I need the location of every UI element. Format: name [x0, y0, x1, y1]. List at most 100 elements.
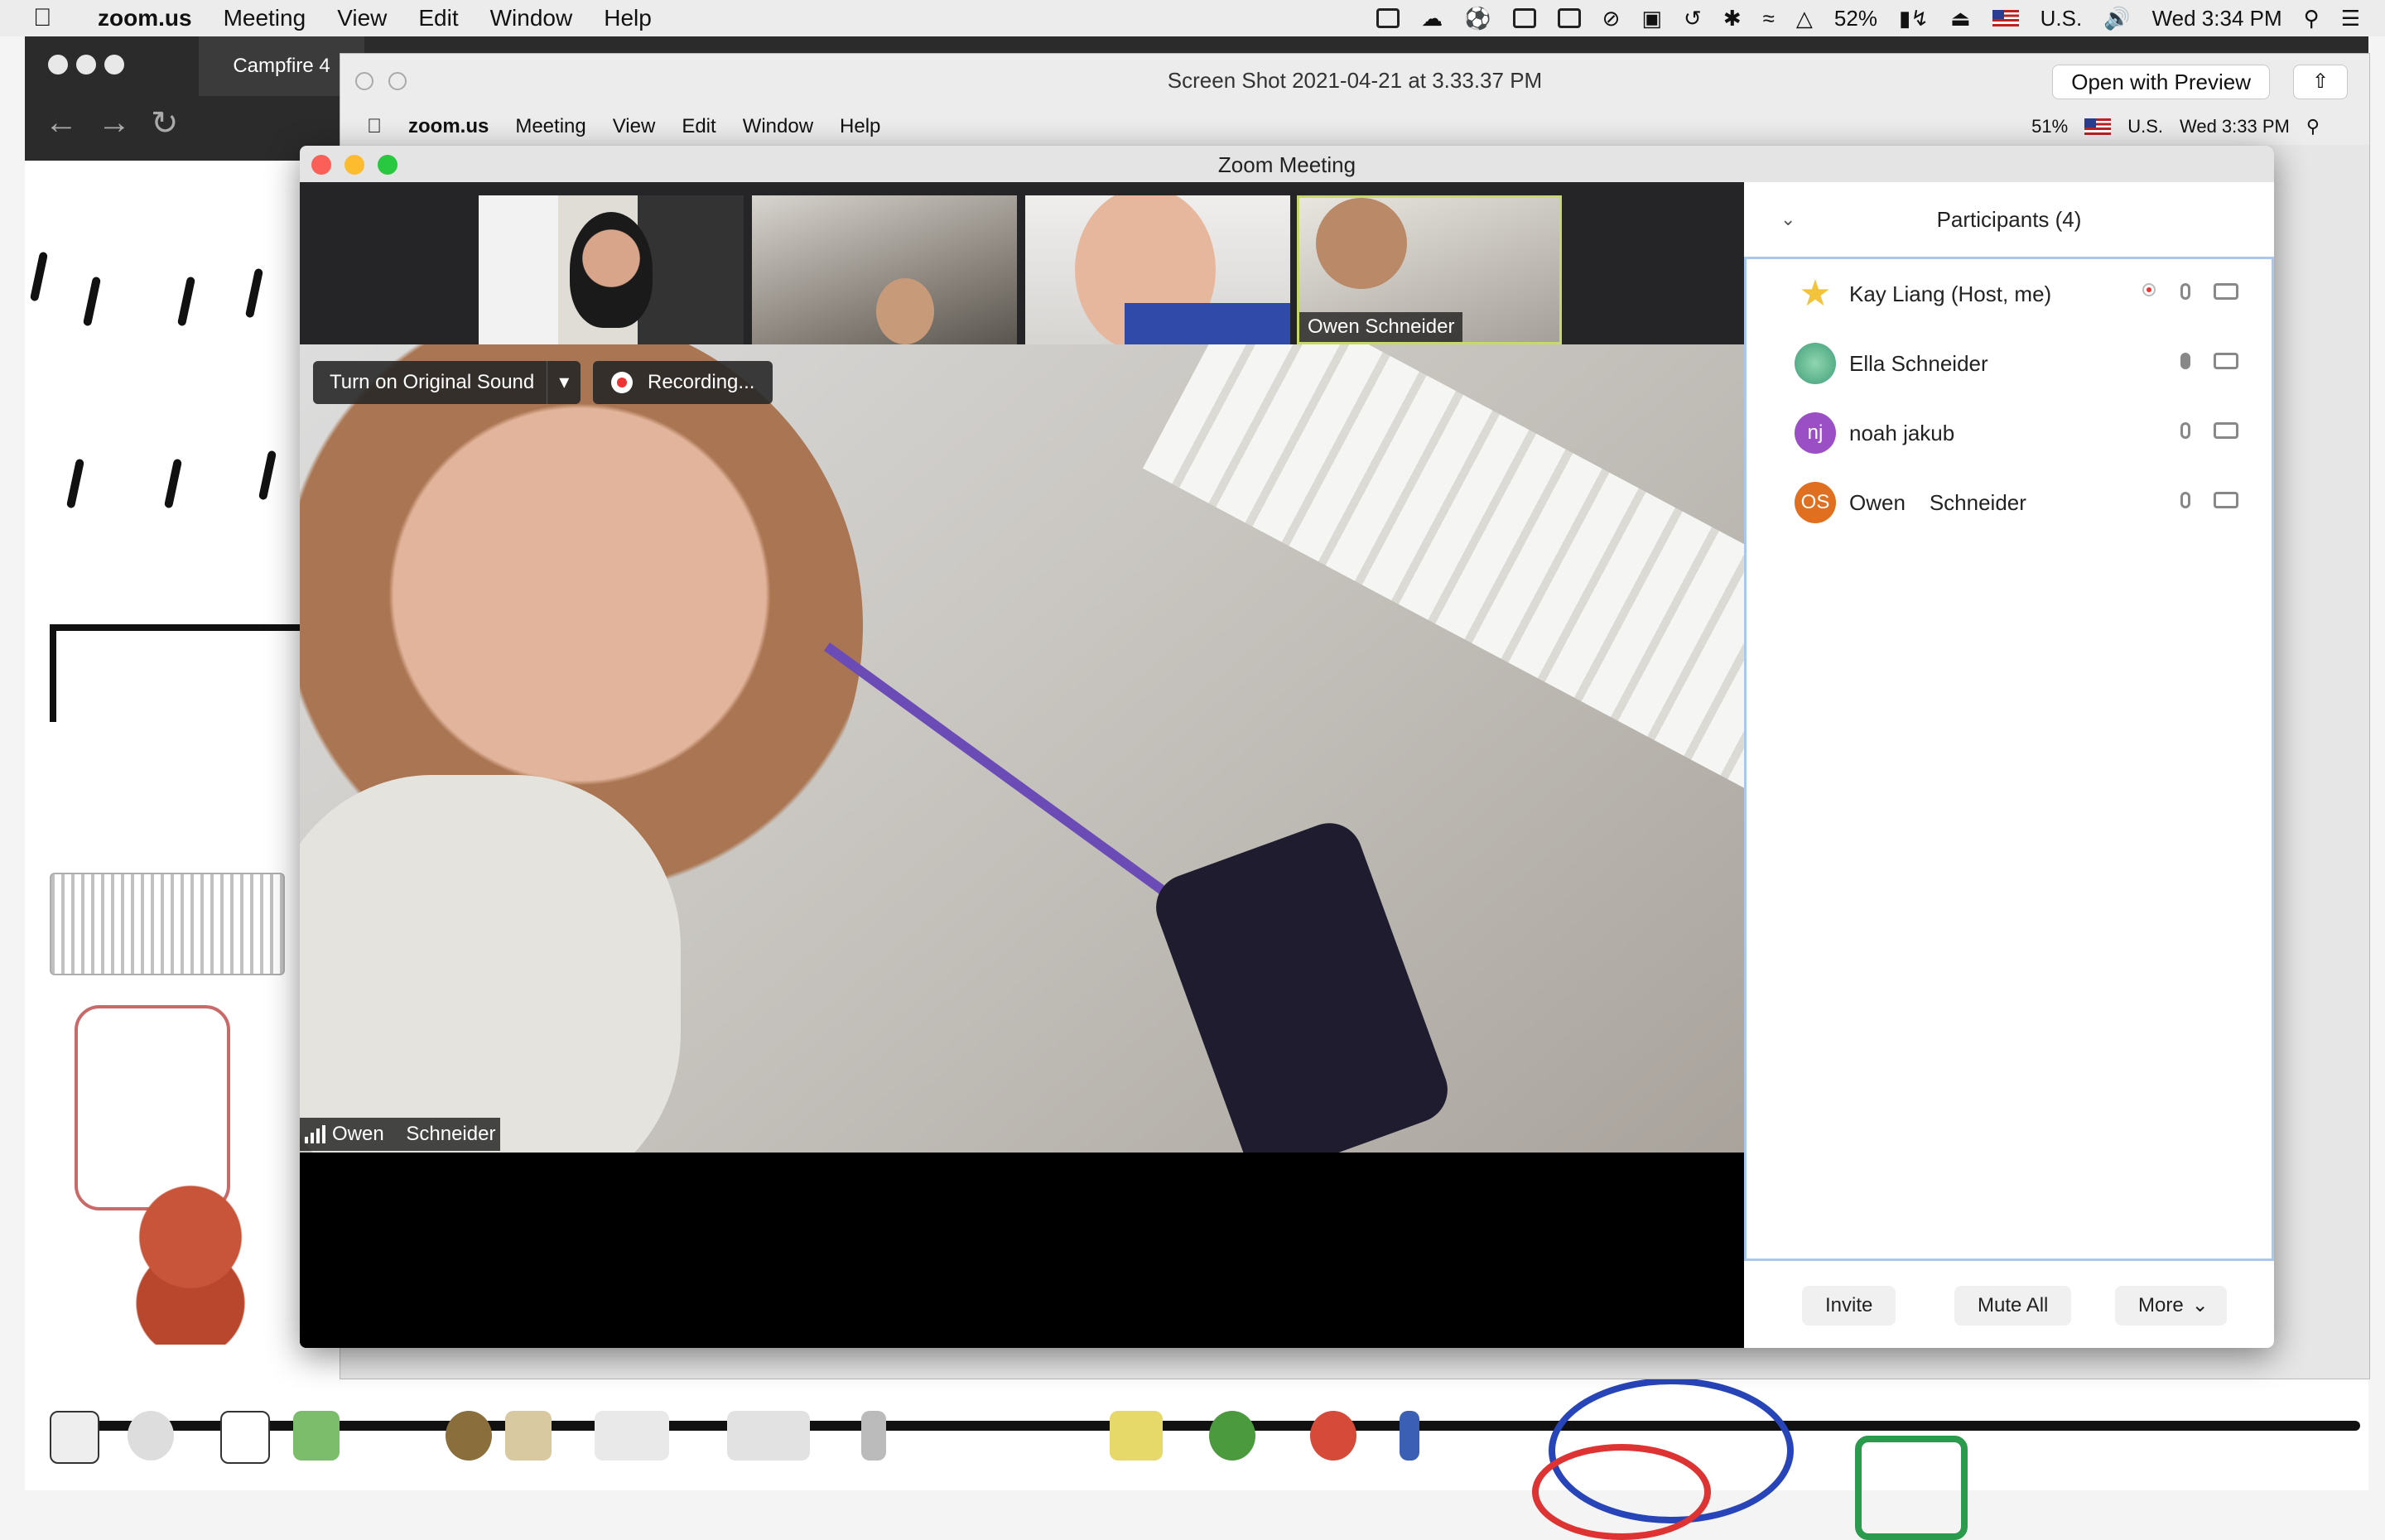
- participant-name: Ella Schneider: [1849, 350, 1988, 376]
- main-speaker-label: Owen Schneider: [300, 1118, 501, 1151]
- apple-icon[interactable]: : [33, 4, 66, 32]
- mute-all-button[interactable]: Mute All: [1954, 1286, 2072, 1326]
- drawing-canvas[interactable]: [25, 161, 321, 1394]
- flag-icon[interactable]: [1992, 10, 2019, 26]
- zoom-titlebar: Zoom Meeting: [300, 146, 2274, 183]
- screenshot-menu-bar:  zoom.us Meeting View Edit Window Help …: [340, 108, 2369, 145]
- menu-edit[interactable]: Edit: [418, 5, 458, 31]
- input-source[interactable]: U.S.: [2040, 6, 2083, 31]
- menu-meeting[interactable]: Meeting: [224, 5, 306, 31]
- forward-icon[interactable]: →: [98, 104, 131, 142]
- original-sound-button[interactable]: Turn on Original Sound ▾: [313, 361, 581, 404]
- zoom-window-icon[interactable]: [104, 55, 124, 75]
- open-with-preview-button[interactable]: Open with Preview: [2052, 65, 2270, 99]
- menu-window[interactable]: Window: [490, 5, 573, 31]
- participant-name: Kay Liang (Host, me): [1849, 281, 2052, 306]
- status-area: ☁ ⚽ ⊘ ▣ ↺ ✱ ≈ △ 52% ▮↯ ⏏ U.S. 🔊 Wed 3:34…: [1376, 0, 2360, 36]
- video-tile-active-speaker[interactable]: Owen Schneider: [1297, 195, 1562, 344]
- clock-sticker[interactable]: [505, 1411, 552, 1461]
- tree-sticker[interactable]: [220, 1411, 270, 1464]
- microphone-icon[interactable]: [2180, 283, 2190, 300]
- volume-icon[interactable]: 🔊: [2103, 6, 2130, 31]
- bluetooth-icon[interactable]: ✱: [1723, 6, 1742, 31]
- note-sticker[interactable]: [595, 1411, 669, 1461]
- camera-icon[interactable]: [2214, 422, 2238, 439]
- close-icon[interactable]: [48, 55, 68, 75]
- menu-app-name: zoom.us: [393, 115, 489, 137]
- wifi-icon[interactable]: ≈: [1763, 6, 1775, 31]
- eject-icon[interactable]: ⏏: [1950, 6, 1971, 31]
- participant-row[interactable]: ★ Kay Liang (Host, me): [1747, 259, 2272, 329]
- time-machine-icon[interactable]: ↺: [1684, 6, 1702, 31]
- invite-button[interactable]: Invite: [1802, 1286, 1896, 1326]
- menu-window: Window: [727, 115, 813, 137]
- menu-help[interactable]: Help: [604, 5, 652, 31]
- participant-row[interactable]: nj noah jakub: [1747, 398, 2272, 468]
- clock[interactable]: Wed 3:34 PM: [2152, 6, 2282, 31]
- menu-view[interactable]: View: [337, 5, 387, 31]
- menu-meeting: Meeting: [500, 115, 585, 137]
- participant-name-label: Owen Schneider: [1299, 312, 1463, 342]
- participant-row[interactable]: OS Owen Schneider: [1747, 468, 2272, 537]
- minimize-icon[interactable]: [76, 55, 96, 75]
- bottle-sticker[interactable]: [293, 1411, 340, 1461]
- reload-icon[interactable]: ↻: [151, 104, 179, 142]
- video-tile[interactable]: [1025, 195, 1290, 344]
- video-tile[interactable]: [752, 195, 1017, 344]
- spotlight-icon: ⚲: [2306, 116, 2320, 137]
- initials-avatar: nj: [1795, 412, 1836, 454]
- video-area: Owen Schneider Turn on Original Sound ▾ …: [300, 182, 1744, 1348]
- menu-app-name[interactable]: zoom.us: [98, 5, 192, 31]
- more-button[interactable]: More ⌄: [2115, 1286, 2227, 1326]
- camera-icon[interactable]: [2214, 353, 2238, 369]
- turtle-sticker[interactable]: [1209, 1411, 1255, 1461]
- participants-list: ★ Kay Liang (Host, me) Ella Schneider nj…: [1744, 259, 2274, 1261]
- do-not-disturb-icon[interactable]: ⊘: [1602, 6, 1621, 31]
- back-icon[interactable]: ←: [45, 104, 78, 142]
- share-icon[interactable]: ⇧: [2293, 65, 2348, 99]
- status-area: 51% U.S. Wed 3:33 PM ⚲: [2031, 108, 2320, 145]
- apple-icon: : [367, 115, 382, 138]
- dropdown-arrow-icon[interactable]: ▾: [547, 361, 581, 404]
- participants-footer: Invite Mute All More ⌄: [1744, 1261, 2274, 1348]
- screen-icon[interactable]: [1512, 8, 1536, 28]
- battery-percent: 51%: [2031, 116, 2069, 137]
- microphone-icon[interactable]: [2180, 492, 2190, 508]
- clock: Wed 3:33 PM: [2179, 116, 2290, 137]
- sticker-tray: [25, 1394, 2368, 1490]
- drawing-sticker[interactable]: [727, 1411, 810, 1461]
- notification-center-icon[interactable]: ☰: [2341, 6, 2360, 31]
- soccer-icon[interactable]: ⚽: [1464, 6, 1491, 31]
- phone-sticker[interactable]: [861, 1411, 886, 1461]
- initials-avatar: OS: [1795, 482, 1836, 523]
- card-sticker[interactable]: [1110, 1411, 1163, 1461]
- dice-sticker[interactable]: [50, 1411, 99, 1464]
- ball-sticker[interactable]: [1310, 1411, 1356, 1461]
- menu-edit: Edit: [667, 115, 716, 137]
- participants-title: Participants (4): [1936, 207, 2082, 232]
- main-video[interactable]: [300, 344, 1744, 1153]
- display-icon[interactable]: ▣: [1641, 6, 1662, 31]
- battery-percent[interactable]: 52%: [1834, 6, 1877, 31]
- preview-titlebar: Screen Shot 2021-04-21 at 3.33.37 PM Ope…: [340, 54, 2369, 109]
- recording-indicator[interactable]: Recording...: [593, 361, 773, 404]
- battery-icon[interactable]: ▮↯: [1899, 6, 1929, 31]
- pizza-sticker[interactable]: [128, 1411, 174, 1461]
- microphone-icon[interactable]: [2180, 422, 2190, 439]
- participant-row[interactable]: Ella Schneider: [1747, 329, 2272, 398]
- creative-cloud-icon[interactable]: ☁: [1421, 6, 1443, 31]
- window-copy-icon[interactable]: [1557, 8, 1581, 28]
- can-sticker[interactable]: [1400, 1411, 1419, 1461]
- airplay-icon[interactable]: △: [1796, 6, 1813, 31]
- camera-icon[interactable]: [2214, 492, 2238, 508]
- globe-sticker[interactable]: [446, 1411, 492, 1461]
- microphone-icon[interactable]: [2180, 353, 2190, 369]
- camera-icon[interactable]: [2214, 283, 2238, 300]
- raccoon-sticker[interactable]: [124, 1179, 257, 1345]
- menu-view: View: [597, 115, 656, 137]
- participant-name: Owen Schneider: [1849, 489, 2026, 515]
- video-tile[interactable]: [479, 195, 744, 344]
- record-dot-icon: [611, 372, 633, 393]
- spotlight-icon[interactable]: ⚲: [2304, 6, 2320, 31]
- zoom-status-icon[interactable]: [1376, 8, 1400, 28]
